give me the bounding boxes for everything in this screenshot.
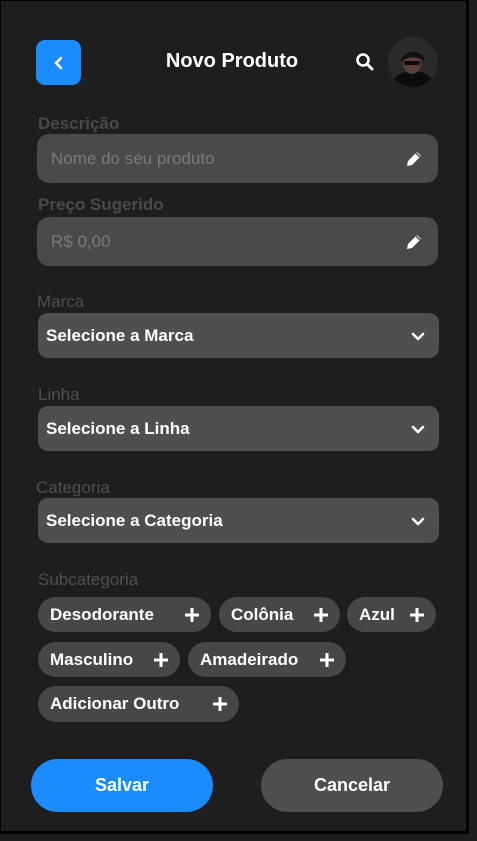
price-placeholder: R$ 0,00 xyxy=(51,231,111,251)
pencil-icon xyxy=(407,234,421,249)
brand-select[interactable]: Selecione a Marca xyxy=(38,313,439,358)
plus-icon[interactable] xyxy=(408,606,426,624)
line-select-value: Selecione a Linha xyxy=(46,418,190,438)
subcategory-chip[interactable]: Desodorante xyxy=(38,597,211,632)
save-button[interactable]: Salvar xyxy=(31,759,213,812)
subcategory-chip[interactable]: Amadeirado xyxy=(188,642,346,677)
chip-label: Adicionar Outro xyxy=(50,694,180,713)
pencil-icon xyxy=(407,151,421,166)
subcategory-chip[interactable]: Azul xyxy=(347,597,436,632)
add-other-chip[interactable]: Adicionar Outro xyxy=(38,686,239,722)
chip-label: Masculino xyxy=(50,649,134,669)
subcategory-chip[interactable]: Masculino xyxy=(38,642,180,677)
line-select[interactable]: Selecione a Linha xyxy=(38,406,439,451)
chip-label: Azul xyxy=(359,604,395,624)
line-label: Linha xyxy=(38,385,80,404)
plus-icon[interactable] xyxy=(312,606,330,624)
chevron-down-icon xyxy=(411,517,425,525)
brand-label: Marca xyxy=(37,292,85,311)
price-field[interactable]: R$ 0,00 xyxy=(37,217,438,266)
description-field[interactable]: Nome do seu produto xyxy=(37,134,438,183)
plus-icon[interactable] xyxy=(152,651,170,669)
plus-icon[interactable] xyxy=(183,606,201,624)
user-photo-icon xyxy=(388,37,438,87)
search-icon[interactable] xyxy=(355,52,375,72)
description-placeholder: Nome do seu produto xyxy=(51,148,215,168)
chevron-down-icon xyxy=(411,425,425,433)
subcategory-chip[interactable]: Colônia xyxy=(219,597,340,632)
price-label: Preço Sugerido xyxy=(38,195,164,214)
subcategory-label: Subcategoria xyxy=(38,570,139,589)
category-label: Categoria xyxy=(36,478,110,497)
description-label: Descrição xyxy=(38,114,120,133)
chip-label: Desodorante xyxy=(50,604,154,624)
brand-select-value: Selecione a Marca xyxy=(46,325,194,345)
screen: Novo Produto Descrição Nome do seu produ… xyxy=(0,0,469,834)
cancel-button[interactable]: Cancelar xyxy=(261,759,443,812)
avatar[interactable] xyxy=(388,37,438,87)
chip-label: Amadeirado xyxy=(200,649,299,669)
plus-icon[interactable] xyxy=(318,651,336,669)
chevron-down-icon xyxy=(411,332,425,340)
plus-icon[interactable] xyxy=(211,695,229,713)
category-select-value: Selecione a Categoria xyxy=(46,510,223,530)
category-select[interactable]: Selecione a Categoria xyxy=(38,498,439,543)
chip-label: Colônia xyxy=(231,604,294,624)
